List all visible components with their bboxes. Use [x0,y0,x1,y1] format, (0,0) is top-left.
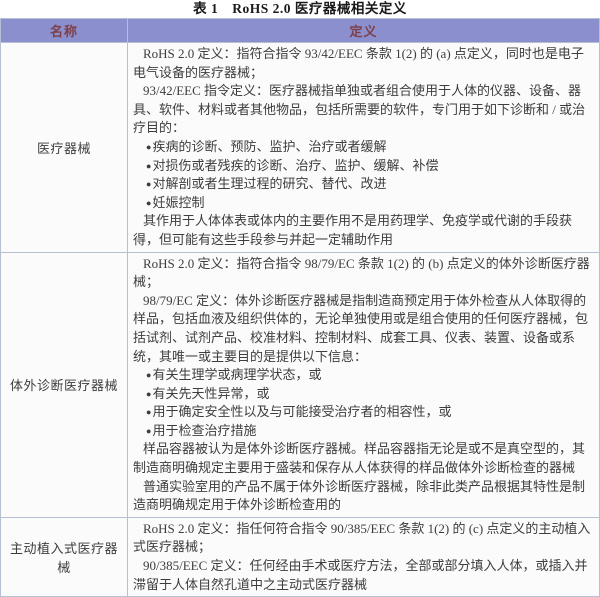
definition-paragraph: 样品容器被认为是体外诊断医疗器械。样品容器指无论是或不是真空型的，其制造商明确规… [133,440,594,477]
bullet-text: 有关先天性异常，或 [152,386,269,401]
header-name: 名称 [1,19,128,43]
bullet-icon: ● [146,426,151,436]
definition-paragraph: 其作用于人体体表或体内的主要作用不是用药理学、免疫学或代谢的手段获得，但可能有这… [133,212,594,249]
bullet-text: 妊娠控制 [152,195,204,210]
header-definition: 定义 [128,19,600,43]
definition-bullet: ●对解剖或者生理过程的研究、替代、改进 [133,175,594,194]
row-definition: RoHS 2.0 定义：指符合指令 98/79/EC 条款 1(2) 的 (b)… [128,252,600,517]
row-name: 医疗器械 [1,43,128,253]
definition-bullet: ●疾病的诊断、预防、监护、治疗或者缓解 [133,138,594,157]
definition-paragraph: 98/79/EC 定义：体外诊断医疗器械是指制造商预定用于体外检查从人体取得的样… [133,292,594,366]
page: 表 1 RoHS 2.0 医疗器械相关定义 名称 定义 医疗器械 RoHS 2.… [0,0,600,554]
definition-bullet: ●有关先天性异常，或 [133,385,594,404]
bullet-icon: ● [146,370,151,380]
definition-paragraph: RoHS 2.0 定义：指符合指令 98/79/EC 条款 1(2) 的 (b)… [133,255,594,292]
row-name: 主动植入式医疗器械 [1,517,128,596]
table-title: 表 1 RoHS 2.0 医疗器械相关定义 [0,0,600,18]
definition-paragraph: 93/42/EEC 指令定义：医疗器械指单独或者组合使用于人体的仪器、设备、器具… [133,82,594,138]
bullet-text: 对损伤或者残疾的诊断、治疗、监护、缓解、补偿 [152,158,438,173]
definition-paragraph: RoHS 2.0 定义：指任何符合指令 90/385/EEC 条款 1(2) 的… [133,520,594,557]
bullet-icon: ● [146,389,151,399]
definition-paragraph: 普通实验室用的产品不属于体外诊断医疗器械，除非此类产品根据其特性是制造商明确规定… [133,478,594,515]
bullet-icon: ● [146,407,151,417]
definition-bullet: ●对损伤或者残疾的诊断、治疗、监护、缓解、补偿 [133,157,594,176]
bullet-icon: ● [146,179,151,189]
definition-paragraph: 90/385/EEC 定义：任何经由手术或医疗方法，全部或部分填入人体，或插入并… [133,557,594,594]
definition-paragraph: RoHS 2.0 定义：指符合指令 93/42/EEC 条款 1(2) 的 (a… [133,45,594,82]
table-header-row: 名称 定义 [1,19,600,43]
bullet-text: 用于确定安全性以及与可能接受治疗者的相容性，或 [152,404,451,419]
table-row-medical-device: 医疗器械 RoHS 2.0 定义：指符合指令 93/42/EEC 条款 1(2)… [1,43,600,253]
definition-bullet: ●用于检查治疗措施 [133,422,594,441]
row-definition: RoHS 2.0 定义：指任何符合指令 90/385/EEC 条款 1(2) 的… [128,517,600,596]
bullet-icon: ● [146,142,151,152]
table-row-active-implantable-device: 主动植入式医疗器械 RoHS 2.0 定义：指任何符合指令 90/385/EEC… [1,517,600,596]
bullet-text: 对解剖或者生理过程的研究、替代、改进 [152,176,386,191]
bullet-text: 疾病的诊断、预防、监护、治疗或者缓解 [152,139,386,154]
bullet-text: 用于检查治疗措施 [152,423,256,438]
row-definition: RoHS 2.0 定义：指符合指令 93/42/EEC 条款 1(2) 的 (a… [128,43,600,253]
definition-bullet: ●妊娠控制 [133,194,594,213]
definition-bullet: ●有关生理学或病理学状态，或 [133,366,594,385]
table-row-ivd-device: 体外诊断医疗器械 RoHS 2.0 定义：指符合指令 98/79/EC 条款 1… [1,252,600,517]
row-name: 体外诊断医疗器械 [1,252,128,517]
definition-bullet: ●用于确定安全性以及与可能接受治疗者的相容性，或 [133,403,594,422]
bullet-icon: ● [146,198,151,208]
definitions-table: 名称 定义 医疗器械 RoHS 2.0 定义：指符合指令 93/42/EEC 条… [0,18,600,597]
bullet-icon: ● [146,161,151,171]
bullet-text: 有关生理学或病理学状态，或 [152,367,321,382]
